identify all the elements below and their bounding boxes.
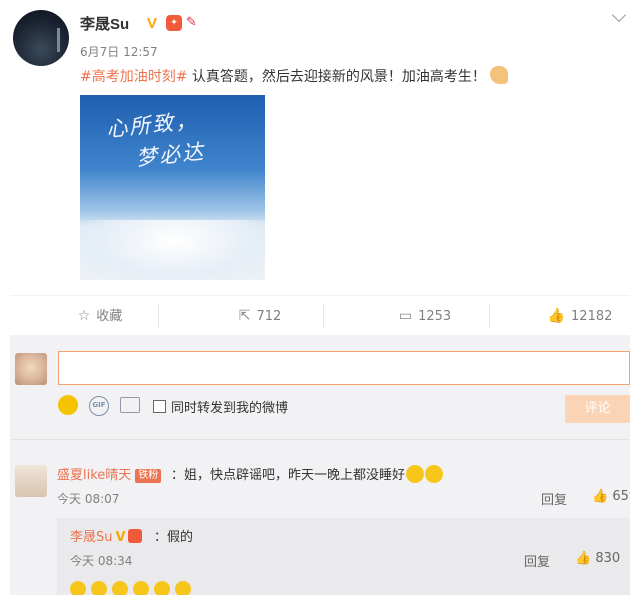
- repost-count: 712: [256, 309, 282, 324]
- emoji-icon: [70, 581, 86, 595]
- emoji-icon[interactable]: [58, 395, 78, 415]
- favorite-button[interactable]: ☆ 收藏: [40, 296, 160, 336]
- repost-checkbox[interactable]: [153, 400, 166, 413]
- chevron-down-icon[interactable]: [611, 7, 627, 23]
- commenter-name[interactable]: 盛夏like晴天 铁粉: [57, 464, 162, 483]
- post-card: 李晟Su V ✦ ✎ 6月7日 12:57 #高考加油时刻# 认真答题，然后去迎…: [10, 0, 630, 288]
- comment-icon: ▭: [398, 308, 413, 324]
- my-avatar[interactable]: [15, 353, 47, 385]
- verified-icon: V: [147, 15, 158, 32]
- thumbs-up-icon: 👍: [592, 489, 613, 504]
- repost-checkbox-label[interactable]: 同时转发到我的微博: [171, 397, 288, 416]
- divider: [323, 304, 324, 328]
- emoji-icon: [175, 581, 191, 595]
- reply-like-count: 830: [595, 551, 621, 566]
- thumbs-up-icon: 👍: [575, 551, 596, 566]
- image-caption-line2: 梦必达: [135, 139, 207, 171]
- reply-author-name[interactable]: 李晟Su: [70, 530, 113, 545]
- post-image[interactable]: 心所致， 梦必达: [80, 95, 265, 280]
- like-button[interactable]: 👍 12182: [520, 296, 630, 336]
- comment-input[interactable]: [58, 351, 630, 385]
- fan-badge-icon[interactable]: ✎: [186, 15, 200, 31]
- flexed-arm-emoji-icon: [489, 66, 508, 84]
- comment-like-button[interactable]: 👍 659: [592, 489, 630, 504]
- tower-silhouette: [57, 28, 60, 52]
- member-badge-icon: [127, 529, 142, 543]
- image-upload-icon[interactable]: [120, 397, 140, 413]
- repost-button[interactable]: ⇱ 712: [200, 296, 320, 336]
- reply-button[interactable]: 回复: [541, 489, 567, 508]
- fan-tag-badge: 铁粉: [135, 469, 162, 483]
- post-text: 认真答题，然后去迎接新的风景！加油高考生！: [187, 69, 486, 85]
- post-content: #高考加油时刻# 认真答题，然后去迎接新的风景！加油高考生！: [80, 66, 508, 86]
- comment-body: ：姐，快点辟谣吧，昨天一晚上都没睡好: [171, 468, 406, 483]
- weibo-post-frame: 李晟Su V ✦ ✎ 6月7日 12:57 #高考加油时刻# 认真答题，然后去迎…: [10, 0, 630, 595]
- verified-icon: V: [115, 530, 126, 545]
- reply-button[interactable]: 回复: [524, 551, 550, 570]
- eye-roll-emoji-icon: [425, 465, 444, 483]
- comment-time: 今天 08:07: [57, 492, 120, 506]
- emoji-icon: [133, 581, 149, 595]
- comment-like-count: 659: [612, 489, 630, 504]
- reply-time: 今天 08:34: [70, 554, 133, 568]
- reply-text: ：假的: [154, 530, 194, 545]
- divider: [158, 304, 159, 328]
- divider: [10, 439, 630, 440]
- nested-reply: 李晟Su V ：假的 今天 08:34 回复 👍 830: [57, 518, 630, 595]
- hashtag-link[interactable]: #高考加油时刻#: [80, 69, 187, 85]
- comment-section: GIF 同时转发到我的微博 评论 盛夏like晴天 铁粉 ：姐，快点辟谣吧，昨天一…: [10, 335, 630, 595]
- like-count: 12182: [571, 309, 613, 324]
- author-avatar[interactable]: [13, 10, 69, 66]
- comment-text: ：姐，快点辟谣吧，昨天一晚上都没睡好: [171, 464, 444, 483]
- comment-count: 1253: [418, 309, 452, 324]
- divider: [489, 304, 490, 328]
- share-icon: ⇱: [238, 308, 251, 324]
- emoji-icon: [112, 581, 128, 595]
- reply-like-button[interactable]: 👍 830: [575, 551, 620, 566]
- reply-author[interactable]: 李晟Su V: [70, 526, 142, 545]
- cloud-layer: [80, 220, 265, 280]
- commenter-avatar[interactable]: [15, 465, 47, 497]
- emoji-icon: [154, 581, 170, 595]
- favorite-label: 收藏: [96, 309, 123, 324]
- next-reply-emoji-row: [70, 581, 430, 595]
- member-badge-icon[interactable]: ✦: [166, 15, 182, 31]
- post-time[interactable]: 6月7日 12:57: [80, 43, 158, 60]
- emoji-icon: [91, 581, 107, 595]
- author-name[interactable]: 李晟Su: [80, 13, 129, 34]
- gif-icon[interactable]: GIF: [89, 396, 109, 416]
- comment-button[interactable]: ▭ 1253: [365, 296, 485, 336]
- commenter-username[interactable]: 盛夏like晴天: [57, 468, 131, 483]
- post-action-bar: ☆ 收藏 ⇱ 712 ▭ 1253 👍 12182: [10, 295, 630, 335]
- star-icon: ☆: [77, 308, 91, 324]
- eye-roll-emoji-icon: [406, 465, 425, 483]
- thumbs-up-icon: 👍: [547, 308, 566, 324]
- submit-comment-button[interactable]: 评论: [565, 395, 630, 423]
